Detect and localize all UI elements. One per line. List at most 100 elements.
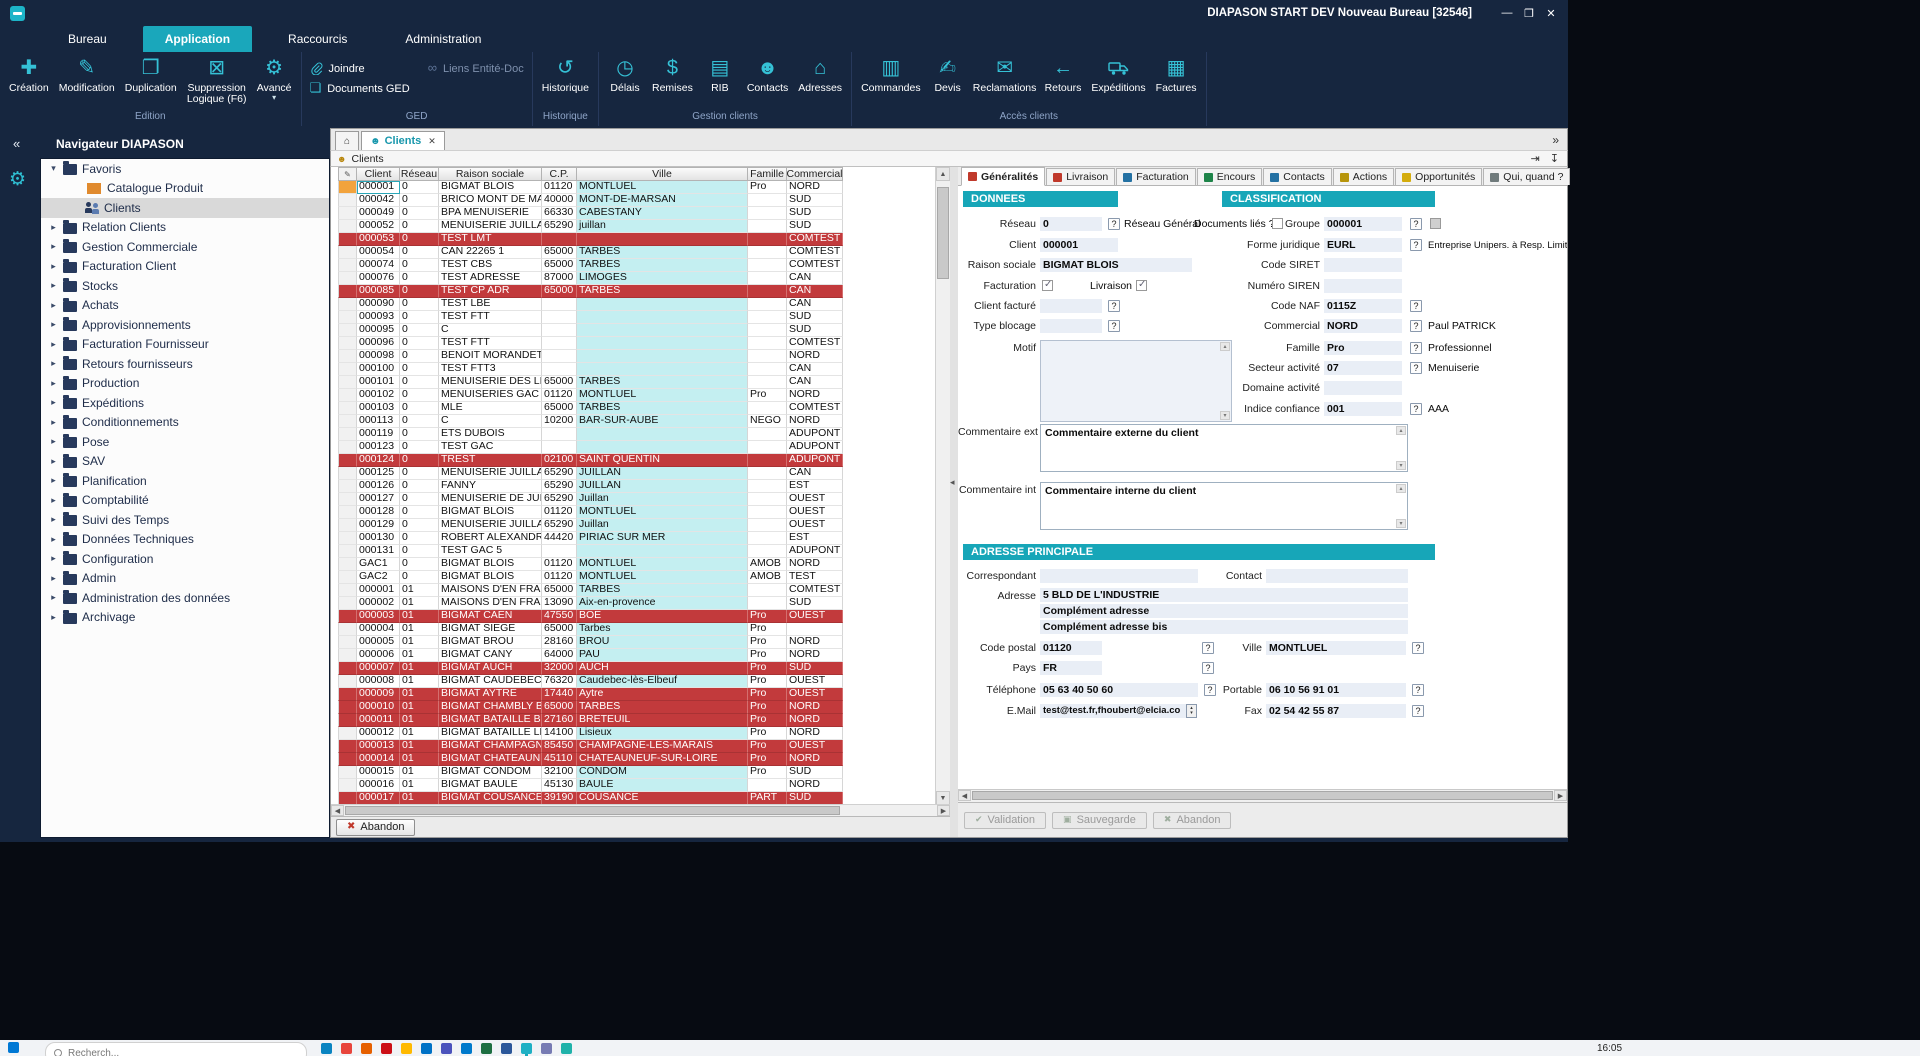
table-row[interactable]: 00001701BIGMAT COUSANCE39190COUSANCEPART… xyxy=(338,792,950,804)
ribbon-button-suppression-logique-f6[interactable]: ⊠Suppression Logique (F6) xyxy=(182,54,252,105)
column-header-famille[interactable]: Famille xyxy=(748,167,787,181)
sidebar-item-planification[interactable]: ▸Planification xyxy=(41,471,329,491)
table-row[interactable]: 0000520MENUISERIE JUILLAN65290juillanSUD xyxy=(338,220,950,233)
sidebar-item-relation-clients[interactable]: ▸Relation Clients xyxy=(41,218,329,238)
abandon-button[interactable]: ✖ Abandon xyxy=(336,819,415,836)
detail-tab-actions[interactable]: Actions xyxy=(1333,168,1394,185)
table-row[interactable]: 0000530TEST LMTCOMTEST xyxy=(338,233,950,246)
code-naf-field[interactable]: 0115Z xyxy=(1324,299,1402,313)
detail-tab-contacts[interactable]: Contacts xyxy=(1263,168,1331,185)
scroll-right-button[interactable]: ▶ xyxy=(937,805,950,816)
ribbon-button-factures[interactable]: ▦Factures xyxy=(1151,54,1202,94)
abandon-detail-button[interactable]: ✖ Abandon xyxy=(1153,812,1232,829)
menu-tab-raccourcis[interactable]: Raccourcis xyxy=(266,26,369,52)
ribbon-button-retours[interactable]: ←Retours xyxy=(1040,54,1087,94)
facturation-checkbox[interactable] xyxy=(1042,280,1053,291)
table-row[interactable]: 00001301BIGMAT CHAMPAGNE-L85450CHAMPAGNE… xyxy=(338,740,950,753)
table-row[interactable]: 0000980BENOIT MORANDETNORD xyxy=(338,350,950,363)
ribbon-button-modification[interactable]: ✎Modification xyxy=(54,54,120,94)
export-icon[interactable]: ↧ xyxy=(1550,152,1559,165)
vertical-scrollbar[interactable]: ▲ ▼ xyxy=(935,167,950,804)
portable-field[interactable]: 06 10 56 91 01 xyxy=(1266,683,1406,697)
validation-button[interactable]: ✔ Validation xyxy=(964,812,1046,829)
groupe-field[interactable]: 000001 xyxy=(1324,217,1402,231)
table-row[interactable]: 0001230TEST GACADUPONT xyxy=(338,441,950,454)
adresse-complement-bis-field[interactable]: Complément adresse bis xyxy=(1040,620,1408,634)
close-button[interactable]: ✕ xyxy=(1540,7,1562,20)
scroll-down-icon[interactable]: ▾ xyxy=(1396,519,1406,528)
table-row[interactable]: 0001190ETS DUBOISADUPONT xyxy=(338,428,950,441)
detail-tab-opportunites[interactable]: Opportunités xyxy=(1395,168,1482,185)
scroll-up-icon[interactable]: ▴ xyxy=(1396,426,1406,435)
table-row[interactable]: 00001001BIGMAT CHAMBLY BRO65000TARBESPro… xyxy=(338,701,950,714)
ribbon-button-historique[interactable]: ↺Historique xyxy=(537,54,594,94)
sidebar-item-stocks[interactable]: ▸Stocks xyxy=(41,276,329,296)
code-naf-lookup-button[interactable]: ? xyxy=(1410,300,1422,312)
column-header-client[interactable]: Client xyxy=(357,167,400,181)
sidebar-item-archivage[interactable]: ▸Archivage xyxy=(41,608,329,628)
adresse-field[interactable]: 5 BLD DE L'INDUSTRIE xyxy=(1040,588,1408,602)
client-field[interactable]: 000001 xyxy=(1040,238,1118,252)
sidebar-item-facturation-client[interactable]: ▸Facturation Client xyxy=(41,257,329,277)
forme-juridique-lookup-button[interactable]: ? xyxy=(1410,239,1422,251)
ribbon-button-reclamations[interactable]: ✉Reclamations xyxy=(970,54,1040,94)
detail-tab-facturation[interactable]: Facturation xyxy=(1116,168,1196,185)
horizontal-scrollbar-thumb[interactable] xyxy=(345,806,840,815)
taskbar-icon-terminal[interactable] xyxy=(561,1043,572,1054)
sidebar-item-catalogue-produit[interactable]: Catalogue Produit xyxy=(41,179,329,199)
table-row[interactable]: 0001280BIGMAT BLOIS01120MONTLUELOUEST xyxy=(338,506,950,519)
sidebar-item-comptabilite[interactable]: ▸Comptabilité xyxy=(41,491,329,511)
email-field[interactable]: test@test.fr,fhoubert@elcia.co xyxy=(1040,704,1186,718)
column-header-c-p[interactable]: C.P. xyxy=(542,167,577,181)
sauvegarde-button[interactable]: ▣ Sauvegarde xyxy=(1052,812,1147,829)
table-row[interactable]: 00001101BIGMAT BATAILLE BRET27160BRETEUI… xyxy=(338,714,950,727)
table-row[interactable]: 0001290MENUISERIE JUILLANAIS65290Juillan… xyxy=(338,519,950,532)
detail-tab-encours[interactable]: Encours xyxy=(1197,168,1263,185)
taskbar-icon-excel[interactable] xyxy=(481,1043,492,1054)
taskbar-icon-diapason[interactable] xyxy=(521,1043,532,1054)
ribbon-button-creation[interactable]: ✚Création xyxy=(4,54,54,94)
domaine-activite-field[interactable] xyxy=(1324,381,1402,395)
menu-tab-bureau[interactable]: Bureau xyxy=(46,26,129,52)
sidebar-item-suivi-des-temps[interactable]: ▸Suivi des Temps xyxy=(41,510,329,530)
taskbar-icon-explorer[interactable] xyxy=(401,1043,412,1054)
ville-field[interactable]: MONTLUEL xyxy=(1266,641,1406,655)
table-row[interactable]: 0001000TEST FTT3CAN xyxy=(338,363,950,376)
sidebar-item-clients[interactable]: Clients xyxy=(41,198,329,218)
close-tab-icon[interactable]: ✕ xyxy=(428,136,436,147)
ville-lookup-button[interactable]: ? xyxy=(1412,642,1424,654)
taskbar-icon-word[interactable] xyxy=(501,1043,512,1054)
sidebar-item-approvisionnements[interactable]: ▸Approvisionnements xyxy=(41,315,329,335)
ribbon-button-avance[interactable]: ⚙Avancé▾ xyxy=(252,54,297,101)
groupe-lookup-button[interactable]: ? xyxy=(1410,218,1422,230)
fax-lookup-button[interactable]: ? xyxy=(1412,705,1424,717)
correspondant-field[interactable] xyxy=(1040,569,1198,583)
gear-icon[interactable]: ⚙ xyxy=(9,168,26,191)
table-row[interactable]: 0000540CAN 22265 165000TARBESCOMTEST xyxy=(338,246,950,259)
taskbar-icon-opera[interactable] xyxy=(381,1043,392,1054)
table-row[interactable]: 0001240TREST02100SAINT QUENTINADUPONT xyxy=(338,454,950,467)
scroll-up-icon[interactable]: ▴ xyxy=(1396,484,1406,493)
table-row[interactable]: 00000901BIGMAT AYTRE17440AytreProOUEST xyxy=(338,688,950,701)
reseau-lookup-button[interactable]: ? xyxy=(1108,218,1120,230)
table-row[interactable]: 0001250MENUISERIE JUILLANAIS65290JUILLAN… xyxy=(338,467,950,480)
column-header-raison-sociale[interactable]: Raison sociale xyxy=(439,167,542,181)
detail-horizontal-scrollbar[interactable]: ◀ ▶ xyxy=(958,789,1567,802)
scroll-left-button[interactable]: ◀ xyxy=(958,790,971,801)
sidebar-item-expeditions[interactable]: ▸Expéditions xyxy=(41,393,329,413)
start-button-icon[interactable] xyxy=(8,1042,19,1053)
table-row[interactable]: 0001010MENUISERIE DES LILAS65000TARBESCA… xyxy=(338,376,950,389)
raison-sociale-field[interactable]: BIGMAT BLOIS xyxy=(1040,258,1192,272)
detail-tab-qui-quand[interactable]: Qui, quand ? xyxy=(1483,168,1570,185)
table-row[interactable]: 0000850TEST CP ADR65000TARBESCAN xyxy=(338,285,950,298)
sidebar-item-retours-fournisseurs[interactable]: ▸Retours fournisseurs xyxy=(41,354,329,374)
table-row[interactable]: 00001201BIGMAT BATAILLE LISIE14100Lisieu… xyxy=(338,727,950,740)
livraison-checkbox[interactable] xyxy=(1136,280,1147,291)
column-header-commercial[interactable]: Commercial xyxy=(787,167,843,181)
type-blocage-field[interactable] xyxy=(1040,319,1102,333)
pin-panel-icon[interactable]: ⇥ xyxy=(1531,152,1540,165)
table-row[interactable]: 0001130C10200BAR-SUR-AUBENEGONORD xyxy=(338,415,950,428)
code-postal-lookup-button[interactable]: ? xyxy=(1202,642,1214,654)
detail-tab-livraison[interactable]: Livraison xyxy=(1046,168,1115,185)
commentaire-int-field[interactable]: Commentaire interne du client ▴ ▾ xyxy=(1040,482,1408,530)
